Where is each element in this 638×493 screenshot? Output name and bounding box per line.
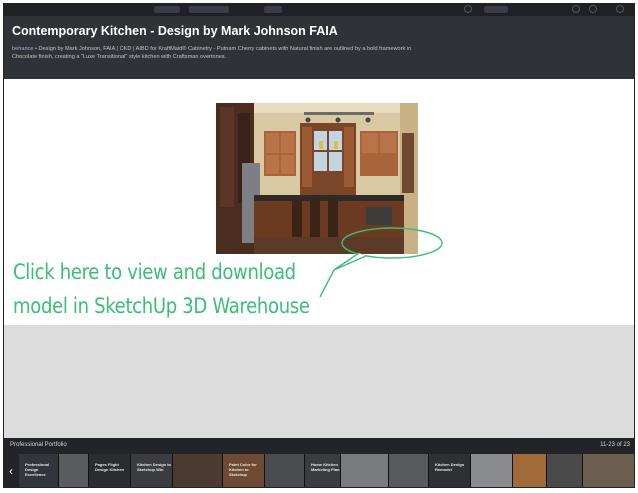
thumbnail-title: Pages Flight Design Kitchen xyxy=(95,462,125,472)
thumbnail-title: Kitchen Design Remodel xyxy=(435,462,465,472)
thumbnail-item[interactable]: Pages Flight Design Kitchen xyxy=(89,454,131,487)
kitchen-rendering-image[interactable] xyxy=(216,103,418,254)
toolbar-item[interactable] xyxy=(264,6,282,13)
thumbnail-item[interactable]: Professional Design Excellence xyxy=(19,454,59,487)
image-stage: Click here to view and download model in… xyxy=(4,79,634,325)
thumbnail-item[interactable] xyxy=(583,454,634,487)
close-icon[interactable] xyxy=(616,5,624,13)
portfolio-strip: Professional Portfolio 11-23 of 23 ‹ Pro… xyxy=(4,438,634,487)
thumbnail-item[interactable] xyxy=(471,454,513,487)
toolbar-item[interactable] xyxy=(154,6,180,13)
thumbnail-item[interactable] xyxy=(547,454,583,487)
thumbnail-item[interactable]: Kitchen Design Remodel xyxy=(429,454,471,487)
thumbnail-list: Professional Design Excellence Pages Fli… xyxy=(19,454,634,487)
thumbnail-item[interactable] xyxy=(389,454,429,487)
search-icon[interactable] xyxy=(464,5,472,13)
lightbox-window: Contemporary Kitchen - Design by Mark Jo… xyxy=(3,3,635,488)
toolbar-item[interactable] xyxy=(484,6,508,13)
user-icon[interactable] xyxy=(572,5,580,13)
thumbnail-title: Professional Design Excellence xyxy=(25,462,50,477)
project-title: Contemporary Kitchen - Design by Mark Jo… xyxy=(12,24,338,38)
toolbar-item[interactable] xyxy=(189,6,229,13)
thumbnail-title: Home Kitchen Marketing Plans xyxy=(311,462,341,472)
callout-text-line1[interactable]: Click here to view and download xyxy=(13,260,296,284)
thumbnail-item[interactable] xyxy=(265,454,305,487)
portfolio-label: Professional Portfolio xyxy=(10,442,67,448)
browser-toolbar xyxy=(4,4,634,16)
thumbnail-item[interactable] xyxy=(59,454,89,487)
portfolio-count: 11-23 of 23 xyxy=(600,442,630,448)
thumbnail-item[interactable] xyxy=(513,454,547,487)
thumbnail-title: Paint Color for Kitchen to Sketchup xyxy=(229,462,257,477)
share-icon[interactable] xyxy=(589,5,597,13)
source-link[interactable]: behance xyxy=(12,46,33,52)
thumbnail-item[interactable]: Kitchen Design to Sketchup Win xyxy=(131,454,173,487)
chevron-left-icon[interactable]: ‹ xyxy=(4,454,18,487)
thumbnail-item[interactable] xyxy=(173,454,223,487)
thumbnail-item[interactable]: Home Kitchen Marketing Plans xyxy=(305,454,341,487)
empty-canvas-area xyxy=(4,325,634,438)
project-description: behance • Design by Mark Johnson, FAIA |… xyxy=(12,45,412,61)
callout-text-line2[interactable]: model in SketchUp 3D Warehouse xyxy=(13,294,310,318)
thumbnail-title: Kitchen Design to Sketchup Win xyxy=(137,462,172,472)
thumbnail-item[interactable]: Paint Color for Kitchen to Sketchup xyxy=(223,454,265,487)
description-text: • Design by Mark Johnson, FAIA | CKD | A… xyxy=(12,46,412,60)
project-header: Contemporary Kitchen - Design by Mark Jo… xyxy=(4,4,634,79)
thumbnail-item[interactable] xyxy=(341,454,389,487)
